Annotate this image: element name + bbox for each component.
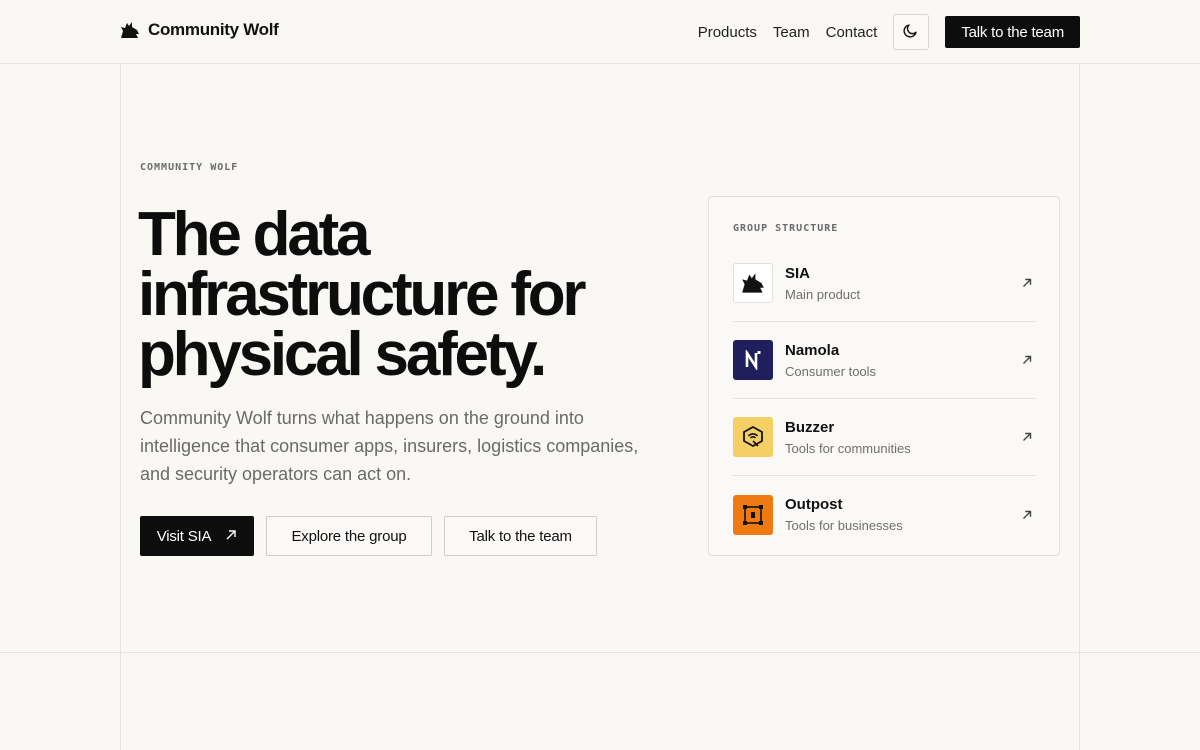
group-item-buzzer[interactable]: Buzzer Tools for communities [733, 399, 1036, 476]
guide-line-bottom [0, 652, 1200, 653]
arrow-up-right-icon [1020, 508, 1034, 522]
main-nav: Products Team Contact Talk to the team [698, 14, 1080, 50]
guide-line-right [1079, 64, 1080, 750]
hero-subtext: Community Wolf turns what happens on the… [140, 408, 639, 484]
guide-line-left [120, 64, 121, 750]
outpost-icon [733, 494, 773, 535]
group-item-name: Namola [785, 341, 840, 359]
group-item-name: SIA [785, 264, 811, 282]
group-item-name: Outpost [785, 496, 843, 513]
group-item-desc: Consumer tools [785, 363, 877, 379]
site-header: Community Wolf Products Team Contact Tal… [0, 0, 1200, 64]
arrow-up-right-icon [1020, 276, 1034, 290]
arrow-up-right-icon [1020, 353, 1034, 367]
visit-sia-button[interactable]: Visit SIA [140, 516, 254, 556]
group-structure-card: GROUP STRUCTURE SIA Main product Namola … [708, 196, 1060, 556]
group-item-namola[interactable]: Namola Consumer tools [733, 322, 1036, 399]
arrow-up-right-icon [1020, 430, 1034, 444]
buzzer-icon [733, 417, 773, 457]
wolf-icon [733, 263, 773, 303]
hero-headline: The data infrastructure for physical saf… [138, 200, 587, 389]
nav-contact[interactable]: Contact [826, 24, 878, 41]
nav-products[interactable]: Products [698, 24, 757, 41]
wolf-icon [120, 20, 140, 40]
namola-n-icon [733, 340, 773, 380]
visit-sia-label: Visit SIA [156, 527, 212, 545]
moon-icon [903, 22, 919, 43]
talk-to-team-header-button[interactable]: Talk to the team [945, 16, 1080, 48]
group-structure-title: GROUP STRUCTURE [733, 223, 839, 234]
group-item-desc: Tools for businesses [785, 518, 903, 533]
group-item-desc: Tools for communities [785, 440, 911, 456]
hero-eyebrow: COMMUNITY WOLF [140, 162, 239, 173]
brand-link[interactable]: Community Wolf [120, 20, 279, 40]
hero-actions: Visit SIA Explore the group Talk to the … [140, 516, 597, 556]
arrow-up-right-icon [225, 528, 237, 545]
group-item-name: Buzzer [785, 418, 835, 436]
explore-group-button[interactable]: Explore the group [266, 516, 432, 556]
nav-team[interactable]: Team [773, 24, 810, 41]
brand-name: Community Wolf [148, 20, 279, 39]
group-item-sia[interactable]: SIA Main product [733, 245, 1036, 322]
group-item-outpost[interactable]: Outpost Tools for businesses [733, 476, 1036, 553]
group-item-desc: Main product [785, 286, 861, 302]
talk-to-team-button[interactable]: Talk to the team [444, 516, 597, 556]
theme-toggle-button[interactable] [893, 14, 930, 50]
